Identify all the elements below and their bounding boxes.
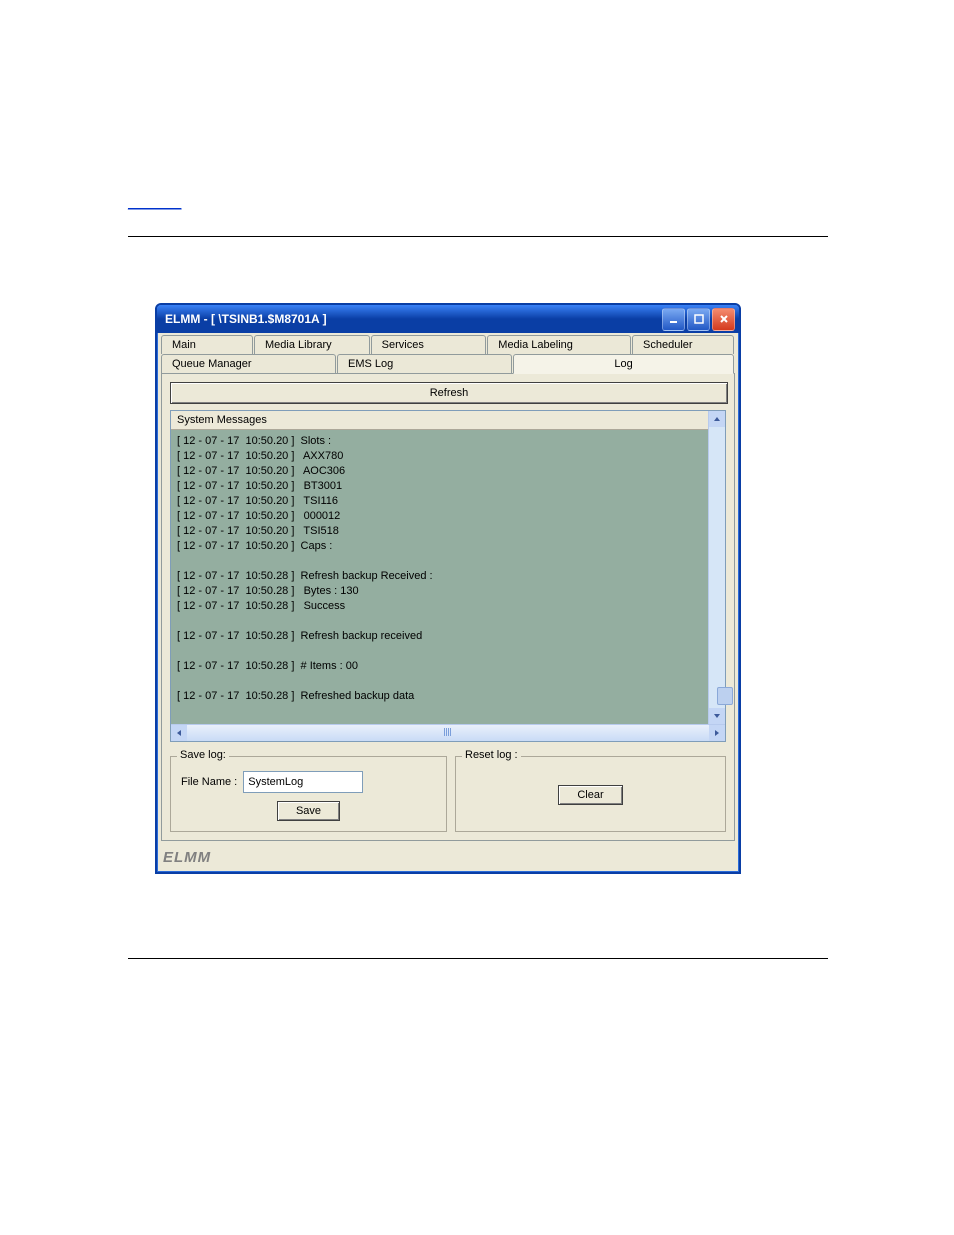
reset-log-legend: Reset log : [462,749,521,761]
tab-row-1: Main Media Library Services Media Labeli… [157,333,739,354]
tab-media-library[interactable]: Media Library [254,335,370,354]
close-button[interactable] [712,308,735,331]
save-button[interactable]: Save [277,801,340,821]
scroll-thumb[interactable] [717,687,733,705]
filename-label: File Name : [181,776,237,788]
hscroll-track[interactable] [187,725,709,741]
tab-row-2: Queue Manager EMS Log Log [157,354,739,373]
vertical-scrollbar[interactable] [708,411,725,724]
app-window: ELMM - [ \TSINB1.$M8701A ] Main Media Li… [155,303,741,874]
save-log-group: Save log: File Name : Save [170,756,447,832]
tab-services[interactable]: Services [371,335,487,354]
reset-log-group: Reset log : Clear [455,756,726,832]
clear-button[interactable]: Clear [558,785,622,805]
window-controls [662,308,735,331]
log-body[interactable]: [ 12 - 07 - 17 10:50.20 ] Slots : [ 12 -… [171,430,725,724]
tab-media-labeling[interactable]: Media Labeling [487,335,631,354]
log-listbox: System Messages [ 12 - 07 - 17 10:50.20 … [170,410,726,742]
save-log-legend: Save log: [177,749,229,761]
tab-panel-log: Refresh System Messages [ 12 - 07 - 17 1… [161,373,735,841]
scroll-left-button[interactable] [171,725,187,741]
maximize-button[interactable] [687,308,710,331]
tab-log[interactable]: Log [513,354,734,374]
window-title: ELMM - [ \TSINB1.$M8701A ] [165,312,327,326]
horizontal-scrollbar[interactable] [171,724,725,741]
tab-scheduler[interactable]: Scheduler [632,335,734,354]
tab-main[interactable]: Main [161,335,253,354]
tab-queue-manager[interactable]: Queue Manager [161,354,336,373]
top-link[interactable]: ________ [128,196,181,210]
title-bar: ELMM - [ \TSINB1.$M8701A ] [157,305,739,333]
minimize-button[interactable] [662,308,685,331]
tab-ems-log[interactable]: EMS Log [337,354,512,373]
scroll-right-button[interactable] [709,725,725,741]
scroll-down-button[interactable] [709,708,725,724]
filename-input[interactable] [243,771,363,793]
log-column-header: System Messages [171,411,725,430]
scroll-up-button[interactable] [709,411,725,427]
footer-brand: ELMM [157,845,739,872]
refresh-button[interactable]: Refresh [170,382,728,404]
